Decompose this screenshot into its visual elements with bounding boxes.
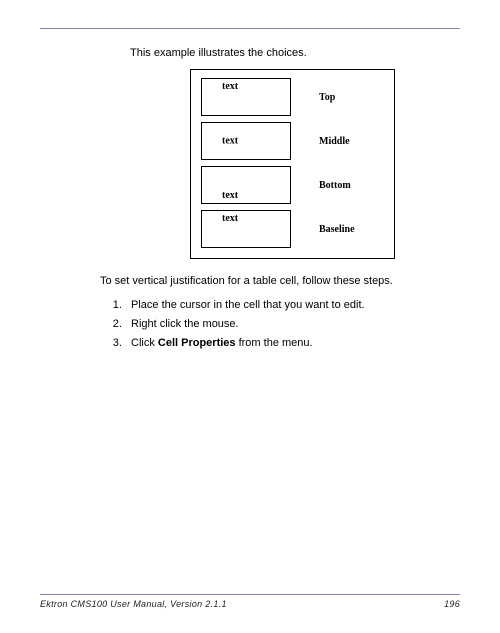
bottom-rule [40, 594, 460, 595]
instruction-text: To set vertical justification for a tabl… [100, 275, 460, 287]
diagram-row: text Top [201, 78, 384, 116]
step-2: Right click the mouse. [125, 318, 460, 330]
diagram-row: text Bottom [201, 166, 384, 204]
step-1: Place the cursor in the cell that you wa… [125, 299, 460, 311]
page-number: 196 [444, 599, 460, 609]
step-3-bold: Cell Properties [158, 337, 236, 349]
step-3: Click Cell Properties from the menu. [125, 337, 460, 349]
label-bottom: Bottom [319, 180, 351, 191]
label-middle: Middle [319, 136, 350, 147]
alignment-diagram: text Top text Middle text Bottom text Ba… [190, 69, 395, 259]
page-footer: Ektron CMS100 User Manual, Version 2.1.1… [40, 594, 460, 609]
diagram-row: text Baseline [201, 210, 384, 248]
cell-middle: text [201, 122, 291, 160]
cell-bottom: text [201, 166, 291, 204]
step-3-suffix: from the menu. [236, 337, 313, 349]
label-top: Top [319, 92, 335, 103]
diagram-row: text Middle [201, 122, 384, 160]
cell-text: text [222, 81, 238, 92]
footer-title: Ektron CMS100 User Manual, Version 2.1.1 [40, 599, 227, 609]
intro-text: This example illustrates the choices. [130, 47, 460, 59]
top-rule [40, 28, 460, 29]
step-3-prefix: Click [131, 337, 158, 349]
steps-list: Place the cursor in the cell that you wa… [125, 299, 460, 349]
cell-text: text [222, 136, 238, 147]
label-baseline: Baseline [319, 224, 355, 235]
cell-text: text [222, 190, 238, 201]
cell-baseline: text [201, 210, 291, 248]
cell-text: text [222, 213, 238, 224]
cell-top: text [201, 78, 291, 116]
